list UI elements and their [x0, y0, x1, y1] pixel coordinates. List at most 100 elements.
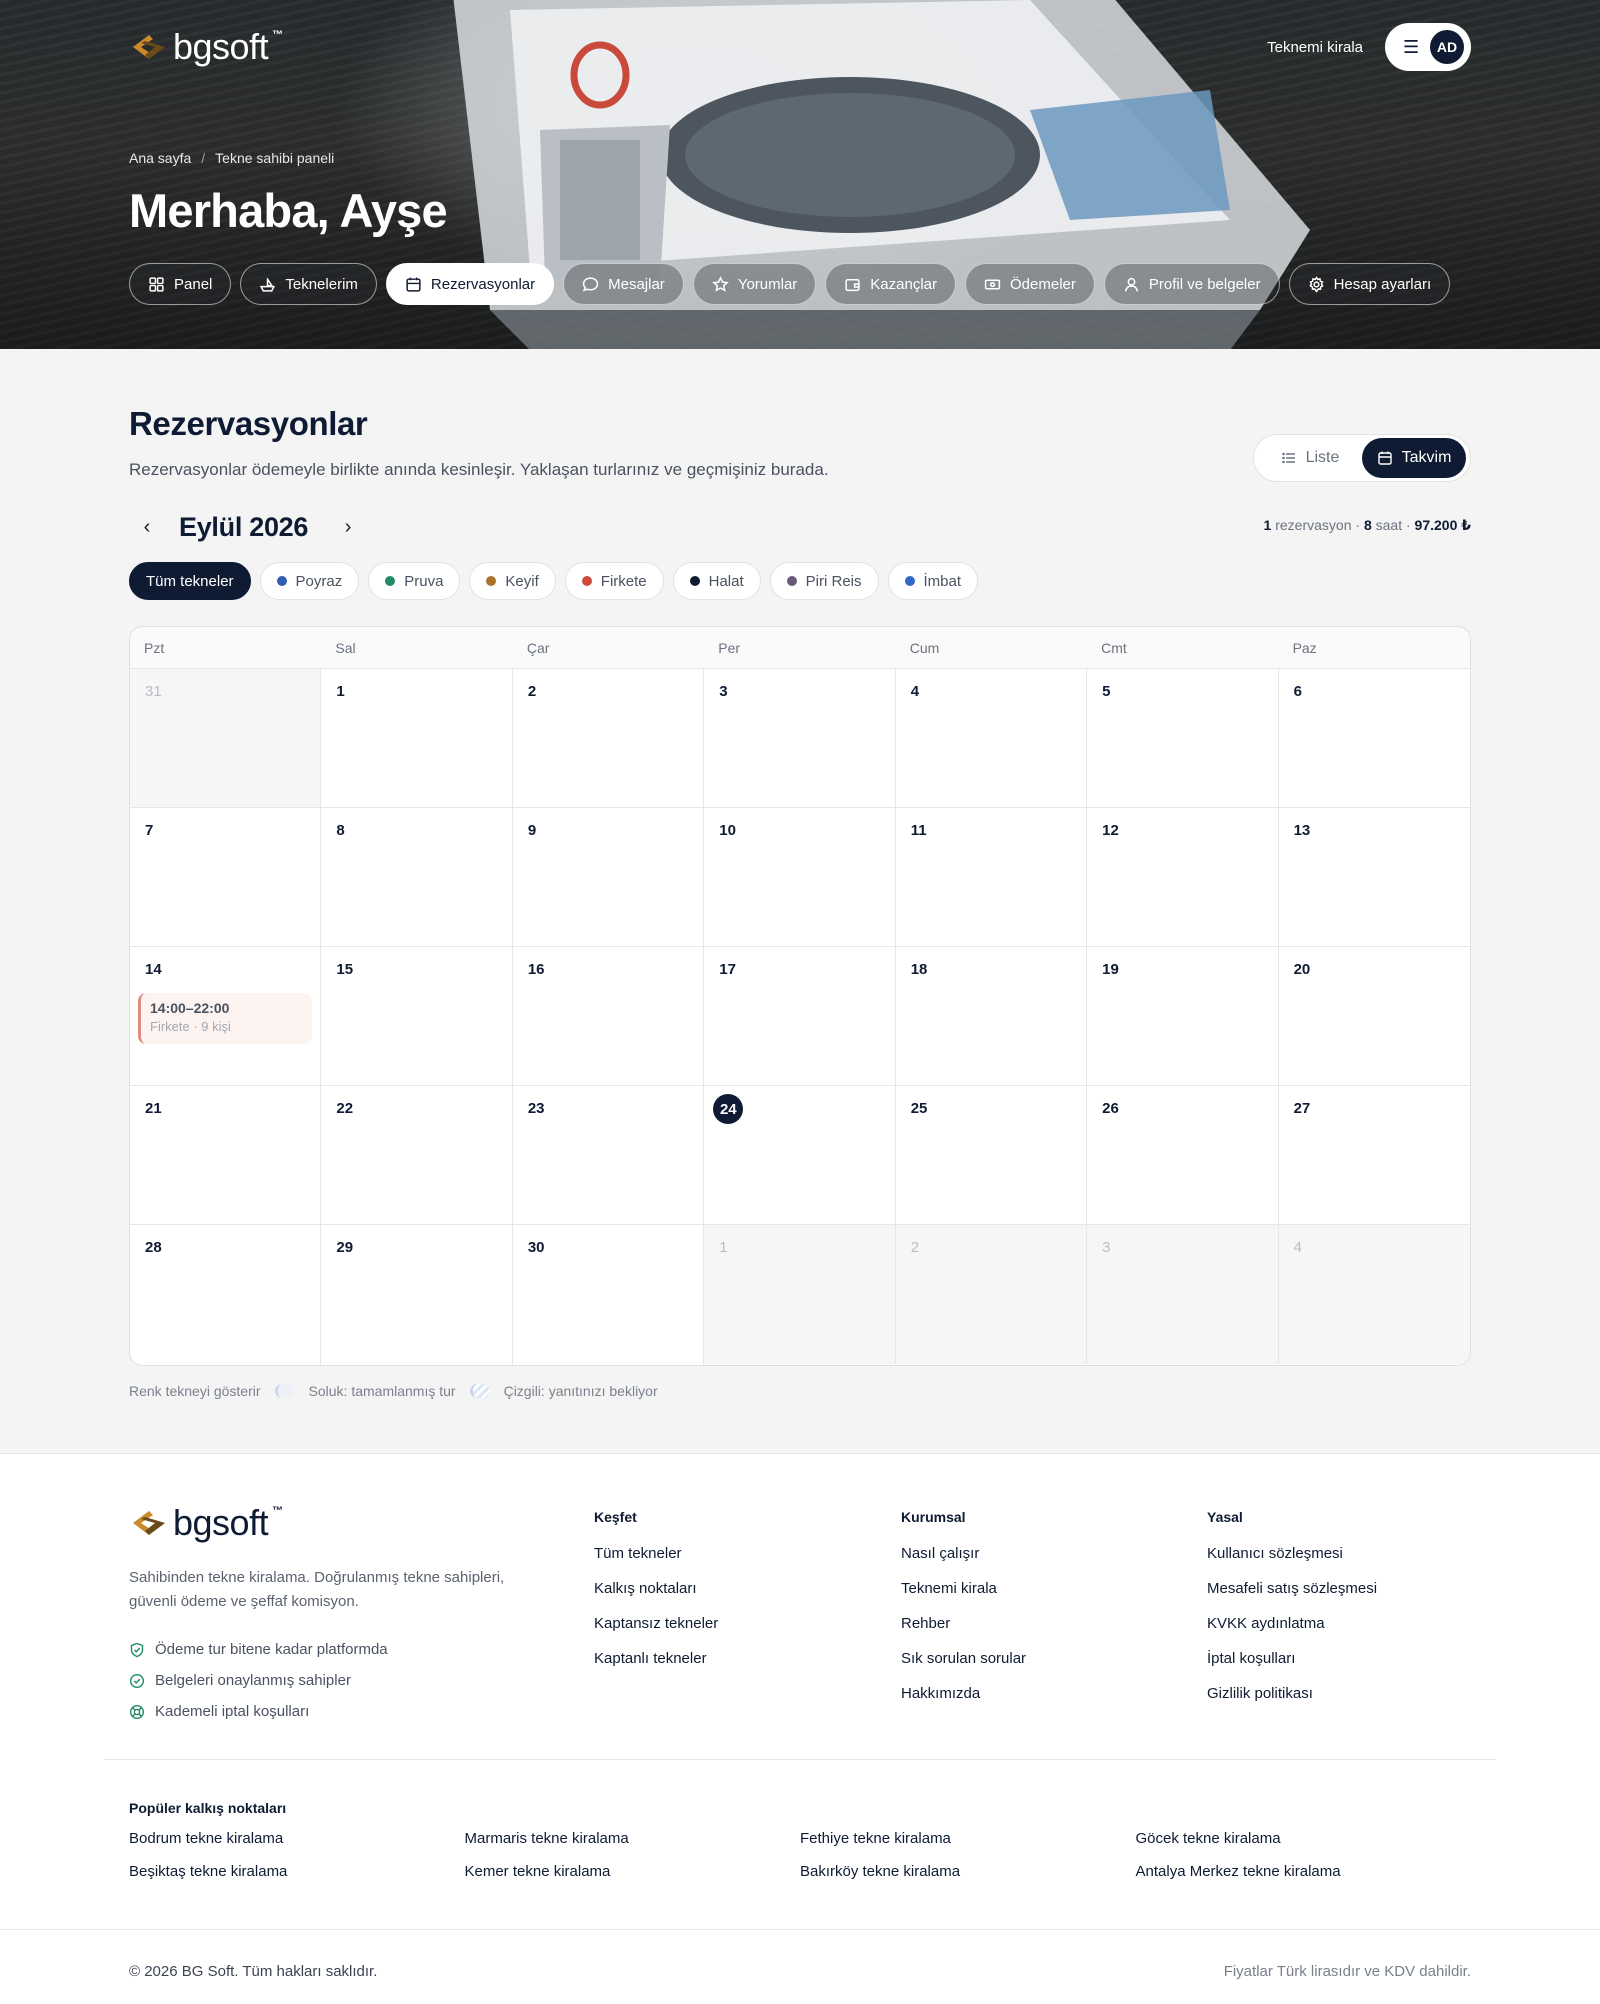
calendar-day[interactable]: 4 [895, 669, 1088, 808]
tab-earnings[interactable]: Kazançlar [825, 263, 956, 305]
calendar-day[interactable]: 27 [1278, 1086, 1470, 1225]
tab-boats[interactable]: Teknelerim [240, 263, 377, 305]
day-number: 9 [527, 822, 537, 839]
calendar-day[interactable]: 26 [1087, 1086, 1279, 1225]
breadcrumb-home[interactable]: Ana sayfa [129, 150, 191, 166]
filter-chip[interactable]: Halat [672, 562, 761, 600]
calendar-day[interactable]: 11 [895, 808, 1088, 947]
brand-logo[interactable]: bgsoft ™ [129, 26, 283, 68]
calendar-day[interactable]: 20 [1278, 947, 1470, 1086]
footer-link[interactable]: Kalkış noktaları [594, 1580, 718, 1615]
tab-reservations[interactable]: Rezervasyonlar [385, 263, 555, 305]
page-title: Rezervasyonlar [129, 405, 368, 442]
footer-column-corporate: Kurumsal Nasıl çalışır Teknemi kirala Re… [901, 1509, 1026, 1720]
popular-link[interactable]: Bodrum tekne kiralama [129, 1830, 465, 1847]
calendar-day[interactable]: 6 [1278, 669, 1470, 808]
calendar-day[interactable]: 17 [704, 947, 896, 1086]
calendar-day[interactable]: 30 [513, 1225, 705, 1364]
footer-bottom-divider [0, 1929, 1600, 1930]
calendar-day[interactable]: 18 [895, 947, 1088, 1086]
tab-reviews[interactable]: Yorumlar [692, 263, 817, 305]
greeting-title: Merhaba, Ayşe [129, 184, 448, 237]
calendar-day[interactable]: 23 [512, 1086, 705, 1225]
filter-chip[interactable]: Poyraz [259, 562, 360, 600]
popular-link[interactable]: Marmaris tekne kiralama [465, 1830, 801, 1847]
calendar-day[interactable]: 21 [130, 1086, 322, 1225]
calendar-day[interactable]: 9 [512, 808, 705, 947]
calendar-day[interactable]: 29 [321, 1225, 513, 1364]
calendar-day[interactable]: 2 [895, 1225, 1088, 1364]
footer-brand-logo[interactable]: bgsoft ™ [129, 1502, 283, 1544]
calendar-day[interactable]: 13 [1278, 808, 1470, 947]
calendar-day[interactable]: 25 [895, 1086, 1088, 1225]
weekday-label: Paz [1292, 640, 1317, 656]
footer-link[interactable]: Tüm tekneler [594, 1545, 718, 1580]
popular-link[interactable]: Göcek tekne kiralama [1136, 1830, 1472, 1847]
calendar-day[interactable]: 7 [130, 808, 322, 947]
popular-link[interactable]: Fethiye tekne kiralama [800, 1830, 1136, 1847]
footer-link[interactable]: Rehber [901, 1615, 1026, 1650]
tab-panel[interactable]: Panel [129, 263, 232, 305]
calendar-day[interactable]: 28 [130, 1225, 322, 1364]
footer-link[interactable]: Kaptansız tekneler [594, 1615, 718, 1650]
calendar-day[interactable]: 31 [130, 669, 322, 808]
footer-link[interactable]: Gizlilik politikası [1207, 1685, 1377, 1720]
filter-chip[interactable]: Tüm tekneler [129, 562, 251, 600]
calendar-day[interactable]: 19 [1087, 947, 1279, 1086]
calendar-day[interactable]: 15 [321, 947, 513, 1086]
check-circle-icon [129, 1673, 145, 1688]
calendar-day[interactable]: 1 [704, 1225, 896, 1364]
filter-chip[interactable]: Pruva [368, 562, 461, 600]
calendar-day[interactable]: 1 [321, 669, 513, 808]
day-number: 17 [719, 961, 736, 978]
rent-my-boat-link[interactable]: Teknemi kirala [1267, 39, 1363, 56]
calendar-day[interactable]: 5 [1087, 669, 1279, 808]
footer-link[interactable]: Nasıl çalışır [901, 1545, 1026, 1580]
month-summary: 1 rezervasyon · 8 saat · 97.200 ₺ [1263, 517, 1471, 533]
filter-chip[interactable]: Piri Reis [769, 562, 879, 600]
footer-link[interactable]: Mesafeli satış sözleşmesi [1207, 1580, 1377, 1615]
day-number: 1 [336, 683, 345, 700]
footer-link[interactable]: KVKK aydınlatma [1207, 1615, 1377, 1650]
tab-profile[interactable]: Profil ve belgeler [1103, 263, 1280, 305]
month-calendar: Pzt Sal Çar Per Cum Cmt Paz 31 1 2 3 4 5 6 7 8 9 10 11 12 1… [129, 626, 1471, 1366]
footer-link[interactable]: İptal koşulları [1207, 1650, 1377, 1685]
day-number: 25 [910, 1100, 928, 1117]
calendar-day[interactable]: 2 [512, 669, 705, 808]
list-view-button[interactable]: Liste [1258, 438, 1362, 478]
tab-messages[interactable]: Mesajlar [563, 263, 684, 305]
footer-link[interactable]: Sık sorulan sorular [901, 1650, 1026, 1685]
gear-icon [1308, 275, 1324, 293]
calendar-day[interactable]: 14 14:00–22:00 Firkete · 9 kişi [130, 947, 322, 1086]
calendar-day[interactable]: 4 [1278, 1225, 1470, 1364]
calendar-day[interactable]: 3 [704, 669, 896, 808]
popular-link[interactable]: Bakırköy tekne kiralama [800, 1863, 1136, 1880]
popular-link[interactable]: Beşiktaş tekne kiralama [129, 1863, 465, 1880]
tab-account-settings[interactable]: Hesap ayarları [1288, 263, 1451, 305]
popular-link[interactable]: Antalya Merkez tekne kiralama [1136, 1863, 1472, 1880]
calendar-day[interactable]: 8 [321, 808, 513, 947]
day-number: 22 [336, 1100, 354, 1117]
filter-chip[interactable]: Keyif [469, 562, 556, 600]
calendar-day[interactable]: 3 [1087, 1225, 1279, 1364]
filter-chip[interactable]: Firkete [564, 562, 664, 600]
user-menu-button[interactable]: ☰ AD [1385, 23, 1471, 71]
footer-link[interactable]: Teknemi kirala [901, 1580, 1026, 1615]
calendar-day[interactable]: 10 [704, 808, 896, 947]
calendar-grid: 31 1 2 3 4 5 6 7 8 9 10 11 12 13 14 14:00–22:00 Firkete … [130, 669, 1470, 1364]
reservation-event[interactable]: 14:00–22:00 Firkete · 9 kişi [138, 993, 313, 1044]
prev-month-chevron-icon[interactable]: ‹ [129, 509, 165, 545]
filter-chip[interactable]: İmbat [887, 562, 979, 600]
event-meta: Firkete · 9 kişi [150, 1019, 231, 1034]
calendar-day-today[interactable]: 24 [704, 1086, 896, 1225]
calendar-day[interactable]: 22 [321, 1086, 513, 1225]
next-month-chevron-icon[interactable]: › [330, 509, 366, 545]
popular-link[interactable]: Kemer tekne kiralama [465, 1863, 801, 1880]
footer-link[interactable]: Kullanıcı sözleşmesi [1207, 1545, 1377, 1580]
calendar-day[interactable]: 12 [1087, 808, 1279, 947]
calendar-day[interactable]: 16 [512, 947, 705, 1086]
calendar-view-button[interactable]: Takvim [1362, 438, 1466, 478]
tab-payments[interactable]: Ödemeler [965, 263, 1095, 305]
footer-link[interactable]: Kaptanlı tekneler [594, 1650, 718, 1685]
footer-link[interactable]: Hakkımızda [901, 1685, 1026, 1720]
